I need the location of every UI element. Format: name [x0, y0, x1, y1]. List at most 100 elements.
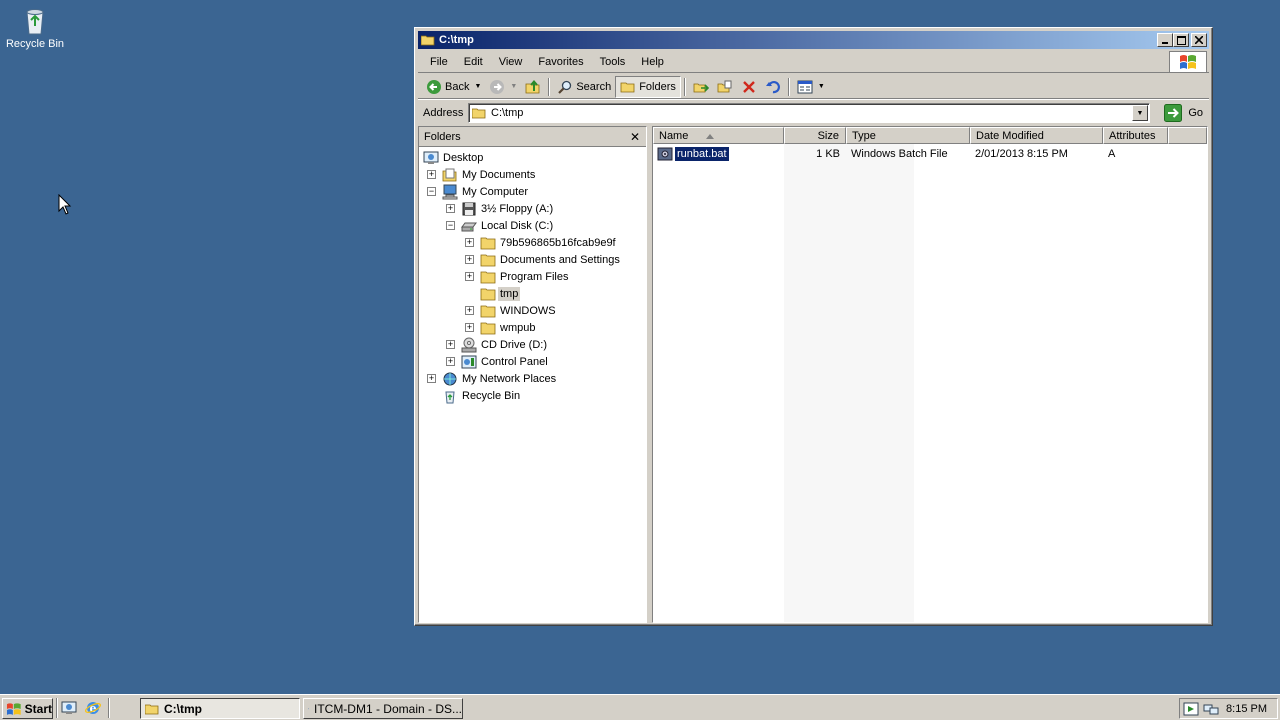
expand-plus-icon[interactable]: + [446, 340, 455, 349]
menu-favorites[interactable]: Favorites [530, 56, 591, 68]
expand-plus-icon[interactable]: + [465, 238, 474, 247]
tree-item-folder[interactable]: + 79b596865b16fcab9e9f [419, 234, 646, 251]
tree-item-floppy[interactable]: + 3½ Floppy (A:) [419, 200, 646, 217]
expand-plus-icon[interactable]: + [465, 306, 474, 315]
tree-item-local-disk[interactable]: − Local Disk (C:) [419, 217, 646, 234]
back-dropdown-icon[interactable]: ▼ [474, 83, 481, 90]
move-to-button[interactable] [689, 76, 713, 98]
menu-file[interactable]: File [422, 56, 456, 68]
back-button[interactable]: Back ▼ [422, 76, 485, 98]
folders-button[interactable]: Folders [615, 75, 681, 98]
tree-item-cd-drive[interactable]: + CD Drive (D:) [419, 336, 646, 353]
tree-item-folder[interactable]: + Documents and Settings [419, 251, 646, 268]
file-attributes: A [1108, 147, 1116, 160]
tree-item-recycle-bin[interactable]: Recycle Bin [419, 387, 646, 404]
go-label: Go [1188, 107, 1203, 119]
standard-toolbar: Back ▼ ▼ Search Folders ▼ [418, 75, 1209, 99]
expand-plus-icon[interactable]: + [427, 170, 436, 179]
column-header-size[interactable]: Size [784, 127, 846, 144]
tree-item-label: Control Panel [481, 355, 548, 368]
column-header-attributes[interactable]: Attributes [1103, 127, 1168, 144]
tree-item-folder[interactable]: + wmpub [419, 319, 646, 336]
folder-icon [480, 322, 496, 334]
search-button[interactable]: Search [553, 76, 615, 98]
tree-item-my-documents[interactable]: + My Documents [419, 166, 646, 183]
column-header-date-modified[interactable]: Date Modified [970, 127, 1103, 144]
minimize-icon [1162, 42, 1168, 44]
internet-explorer-icon[interactable]: e [85, 700, 101, 716]
column-header-name[interactable]: Name [653, 127, 784, 144]
taskbar-button-label: C:\tmp [164, 701, 202, 716]
taskbar-separator [56, 698, 58, 718]
undo-button[interactable] [761, 76, 785, 98]
taskbar-button-itcm[interactable]: ITCM-DM1 - Domain - DS... [303, 698, 463, 719]
expand-plus-icon[interactable]: + [427, 374, 436, 383]
window-titlebar[interactable]: C:\tmp [418, 31, 1209, 49]
folder-open-icon [421, 35, 435, 46]
tree-item-label: My Documents [462, 168, 536, 181]
tree-item-label: Local Disk (C:) [481, 219, 554, 232]
start-button[interactable]: Start [2, 698, 53, 719]
expand-plus-icon[interactable]: + [446, 357, 455, 366]
expand-plus-icon[interactable]: + [465, 255, 474, 264]
copy-to-button[interactable] [713, 76, 737, 98]
expand-plus-icon[interactable]: + [465, 272, 474, 281]
window-title: C:\tmp [439, 34, 474, 46]
tree-item-tmp[interactable]: tmp [419, 285, 646, 302]
address-input[interactable]: C:\tmp ▼ [468, 103, 1150, 123]
column-header-type[interactable]: Type [846, 127, 970, 144]
file-row[interactable]: runbat.bat 1 KB Windows Batch File 2/01/… [653, 145, 1207, 162]
views-dropdown-icon: ▼ [817, 83, 825, 90]
close-button[interactable] [1191, 33, 1207, 47]
tree-item-folder[interactable]: + Program Files [419, 268, 646, 285]
tray-app-icon[interactable] [1183, 701, 1199, 717]
sort-ascending-icon [706, 133, 715, 139]
move-to-icon [693, 83, 709, 92]
folders-pane-title: Folders [424, 130, 461, 143]
tree-item-label: Documents and Settings [500, 253, 620, 266]
collapse-minus-icon[interactable]: − [427, 187, 436, 196]
maximize-icon [1176, 35, 1186, 45]
sorted-column-highlight [784, 144, 914, 622]
folders-pane-close-icon[interactable]: ✕ [630, 130, 640, 144]
menu-view[interactable]: View [491, 56, 531, 68]
up-folder-icon [525, 79, 540, 93]
tree-item-label: tmp [498, 286, 521, 301]
file-name-cell[interactable]: runbat.bat [653, 145, 784, 162]
hard-disk-icon [461, 222, 477, 231]
tree-item-desktop[interactable]: Desktop [419, 149, 646, 166]
taskbar-button-explorer[interactable]: C:\tmp [140, 698, 300, 719]
tree-item-network-places[interactable]: + My Network Places [419, 370, 646, 387]
go-button[interactable]: Go [1162, 103, 1205, 123]
delete-button[interactable] [737, 76, 761, 98]
show-desktop-icon[interactable] [61, 700, 77, 716]
menu-tools[interactable]: Tools [592, 56, 634, 68]
expand-plus-icon[interactable]: + [465, 323, 474, 332]
my-documents-icon [442, 168, 457, 181]
file-list-pane: Name Size Type Date Modified Attributes … [652, 126, 1208, 623]
domain-manager-icon [308, 708, 309, 709]
minimize-button[interactable] [1157, 33, 1173, 47]
go-arrow-icon [1164, 104, 1183, 122]
tree-item-my-computer[interactable]: − My Computer [419, 183, 646, 200]
tree-item-label: wmpub [500, 321, 536, 334]
menu-edit[interactable]: Edit [456, 56, 491, 68]
tray-network-icon[interactable] [1203, 701, 1219, 717]
forward-dropdown-icon[interactable]: ▼ [510, 83, 517, 90]
views-button[interactable]: ▼ [793, 76, 829, 98]
expand-plus-icon[interactable]: + [446, 204, 455, 213]
tree-item-label: My Network Places [462, 372, 557, 385]
maximize-button[interactable] [1173, 33, 1189, 47]
collapse-minus-icon[interactable]: − [446, 221, 455, 230]
menu-help[interactable]: Help [633, 56, 672, 68]
search-icon [558, 80, 572, 94]
desktop-recycle-bin[interactable]: Recycle Bin [2, 4, 68, 50]
folder-icon [480, 237, 496, 249]
address-dropdown-button[interactable]: ▼ [1132, 105, 1148, 121]
delete-x-icon [743, 80, 755, 93]
tree-item-folder[interactable]: + WINDOWS [419, 302, 646, 319]
tree-item-control-panel[interactable]: + Control Panel [419, 353, 646, 370]
up-folder-button[interactable] [521, 76, 545, 98]
forward-button[interactable]: ▼ [485, 76, 521, 98]
tray-clock[interactable]: 8:15 PM [1226, 703, 1267, 715]
